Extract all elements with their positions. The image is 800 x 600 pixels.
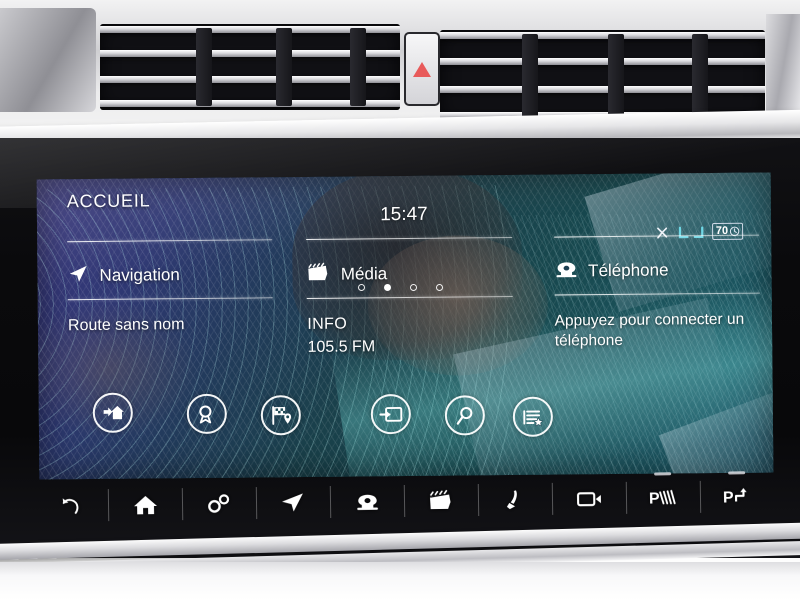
- bottom-bar-park-sensors[interactable]: P: [626, 472, 701, 520]
- tile-divider: [67, 297, 274, 301]
- bottom-bar-comfort[interactable]: [478, 477, 553, 522]
- page-dot-active[interactable]: [383, 284, 391, 291]
- camera-icon: [575, 489, 602, 508]
- page-dot[interactable]: [435, 284, 443, 291]
- infotainment-screen[interactable]: ACCUEIL 15:47 70 Navigation Route sans n…: [36, 172, 774, 480]
- tile-navigation-title: Navigation: [99, 265, 180, 285]
- air-vent-right[interactable]: [440, 30, 765, 122]
- bottom-bar-home[interactable]: [108, 482, 183, 527]
- back-icon: [59, 494, 83, 516]
- shortcut-search-address[interactable]: [186, 393, 228, 435]
- tab-indicator: [728, 471, 746, 475]
- telephone-icon: [354, 491, 379, 512]
- tile-media-header: Média: [307, 260, 513, 286]
- hazard-warning-button[interactable]: [404, 32, 440, 106]
- destinations-flag-icon: [269, 404, 292, 426]
- tile-telephone[interactable]: Téléphone Appuyez pour connecter un télé…: [524, 234, 773, 376]
- page-dot[interactable]: [357, 284, 365, 291]
- park-assist-icon: P: [723, 486, 751, 507]
- tile-divider: [554, 292, 760, 296]
- dashboard-lower-panel: [0, 562, 800, 600]
- media-clapperboard-icon: [307, 262, 331, 286]
- bottom-bar-settings[interactable]: [182, 481, 257, 526]
- shortcut-search-media[interactable]: [444, 395, 486, 436]
- tile-media-frequency: 105.5 FM: [307, 338, 376, 357]
- tile-divider: [307, 295, 513, 299]
- shortcut-favorites[interactable]: [512, 396, 554, 437]
- tile-divider: [553, 234, 760, 238]
- tile-media[interactable]: Média INFO 105.5 FM: [284, 236, 525, 379]
- air-vent-left[interactable]: [100, 24, 400, 110]
- shortcut-destinations[interactable]: [260, 395, 302, 436]
- shortcut-buttons: [39, 386, 773, 445]
- dashboard-top: [0, 0, 800, 158]
- screenshot-root: ACCUEIL 15:47 70 Navigation Route sans n…: [0, 0, 800, 600]
- settings-gears-icon: [206, 492, 232, 514]
- tile-navigation-detail: Route sans nom: [67, 316, 185, 335]
- page-indicator: [0, 284, 800, 291]
- bottom-bar-park-assist[interactable]: P: [700, 471, 775, 519]
- tile-telephone-detail: Appuyez pour connecter un téléphone: [554, 310, 745, 350]
- media-source-input-icon: [379, 405, 403, 424]
- bottom-bar-camera[interactable]: [552, 476, 627, 521]
- navigation-arrow-icon: [280, 491, 306, 513]
- hazard-triangle-icon: [413, 61, 431, 77]
- shortcut-navigate-home[interactable]: [92, 392, 134, 433]
- home-tiles: Navigation Route sans nom Média INFO 105…: [37, 234, 772, 381]
- seat-comfort-icon: [505, 488, 525, 511]
- dashboard-left-trim: [0, 8, 96, 112]
- bottom-bar-navigation[interactable]: [256, 480, 331, 525]
- park-sensors-icon: P: [649, 487, 677, 508]
- svg-text:P: P: [723, 489, 734, 506]
- media-clapperboard-icon: [428, 489, 454, 511]
- dashboard-right-trim: [766, 14, 800, 124]
- home-icon: [132, 493, 157, 516]
- search-address-icon: [196, 403, 217, 424]
- tile-media-title: Média: [340, 263, 388, 284]
- tab-indicator: [654, 472, 672, 476]
- tile-telephone-title: Téléphone: [588, 260, 669, 281]
- tile-telephone-header: Téléphone: [554, 258, 760, 283]
- tile-divider: [67, 239, 273, 243]
- search-media-icon: [454, 405, 475, 426]
- tile-media-source: INFO: [307, 315, 348, 333]
- page-dot[interactable]: [409, 284, 417, 291]
- bottom-bar-back[interactable]: [34, 483, 109, 528]
- telephone-icon: [554, 259, 578, 282]
- bottom-bar-telephone[interactable]: [330, 479, 405, 524]
- tile-navigation[interactable]: Navigation Route sans nom: [37, 239, 286, 381]
- tile-divider: [306, 236, 512, 240]
- navigate-home-icon: [101, 402, 125, 424]
- shortcut-media-source[interactable]: [370, 393, 412, 435]
- bottom-bar-media[interactable]: [404, 478, 479, 523]
- svg-text:P: P: [649, 490, 660, 507]
- favorites-list-icon: [521, 406, 544, 427]
